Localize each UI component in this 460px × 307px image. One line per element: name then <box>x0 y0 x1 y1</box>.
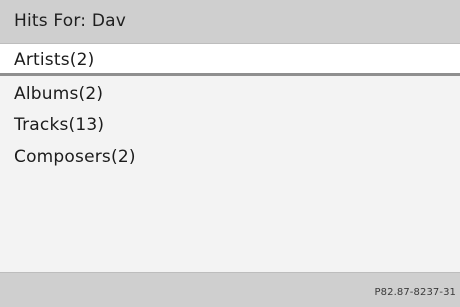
list-item-composers[interactable]: Composers(2) <box>0 140 460 172</box>
list-item-albums[interactable]: Albums(2) <box>0 77 460 109</box>
search-results-screen: Hits For: Dav Artists(2) Albums(2) Track… <box>0 0 460 307</box>
footer-bar: P82.87-8237-31 <box>0 272 460 307</box>
list-item-label: Tracks(13) <box>14 115 105 135</box>
list-item-label: Artists(2) <box>14 50 95 70</box>
results-list: Artists(2) Albums(2) Tracks(13) Composer… <box>0 44 460 272</box>
list-item-label: Composers(2) <box>14 147 136 167</box>
page-title: Hits For: Dav <box>14 11 126 31</box>
list-item-label: Albums(2) <box>14 84 104 104</box>
figure-code: P82.87-8237-31 <box>374 287 456 298</box>
list-item-artists[interactable]: Artists(2) <box>0 44 460 76</box>
header-bar: Hits For: Dav <box>0 0 460 44</box>
list-item-tracks[interactable]: Tracks(13) <box>0 108 460 140</box>
